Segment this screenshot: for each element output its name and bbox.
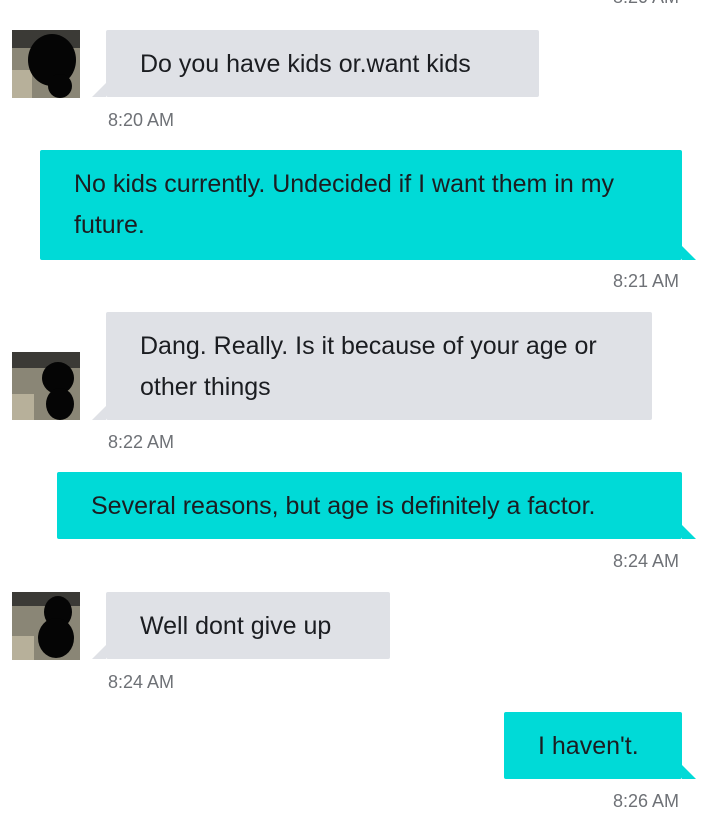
redacted-avatar-icon (12, 30, 80, 98)
incoming-message-bubble[interactable]: Dang. Really. Is it because of your age … (106, 312, 652, 420)
message-timestamp: 8:22 AM (108, 432, 175, 452)
message-timestamp: 8:26 AM (612, 791, 679, 811)
message-timestamp: 8:21 AM (612, 271, 679, 291)
message-text: No kids currently. Undecided if I want t… (74, 170, 615, 239)
message-text: Dang. Really. Is it because of your age … (140, 332, 597, 401)
redacted-avatar-icon (12, 352, 80, 420)
outgoing-message-bubble[interactable]: Several reasons, but age is definitely a… (57, 472, 682, 539)
message-text: Do you have kids or.want kids (140, 50, 471, 78)
bubble-tail (92, 83, 106, 97)
message-timestamp: 8:20 AM (108, 110, 175, 130)
outgoing-message-bubble[interactable]: I haven't. (504, 712, 682, 779)
timestamp-cut-off: 8:20 AM (613, 0, 679, 8)
contact-avatar[interactable] (12, 352, 80, 420)
outgoing-message-bubble[interactable]: No kids currently. Undecided if I want t… (40, 150, 682, 260)
bubble-tail (682, 765, 696, 779)
incoming-message-bubble[interactable]: Do you have kids or.want kids (106, 30, 539, 97)
bubble-tail (682, 246, 696, 260)
message-timestamp: 8:24 AM (108, 672, 175, 692)
bubble-tail (92, 406, 106, 420)
message-timestamp: 8:24 AM (612, 551, 679, 571)
redacted-avatar-icon (12, 592, 80, 660)
bubble-tail (682, 525, 696, 539)
message-text: Well dont give up (140, 612, 332, 640)
message-text: I haven't. (538, 732, 639, 760)
incoming-message-bubble[interactable]: Well dont give up (106, 592, 390, 659)
contact-avatar[interactable] (12, 30, 80, 98)
bubble-tail (92, 645, 106, 659)
contact-avatar[interactable] (12, 592, 80, 660)
message-text: Several reasons, but age is definitely a… (91, 492, 596, 520)
